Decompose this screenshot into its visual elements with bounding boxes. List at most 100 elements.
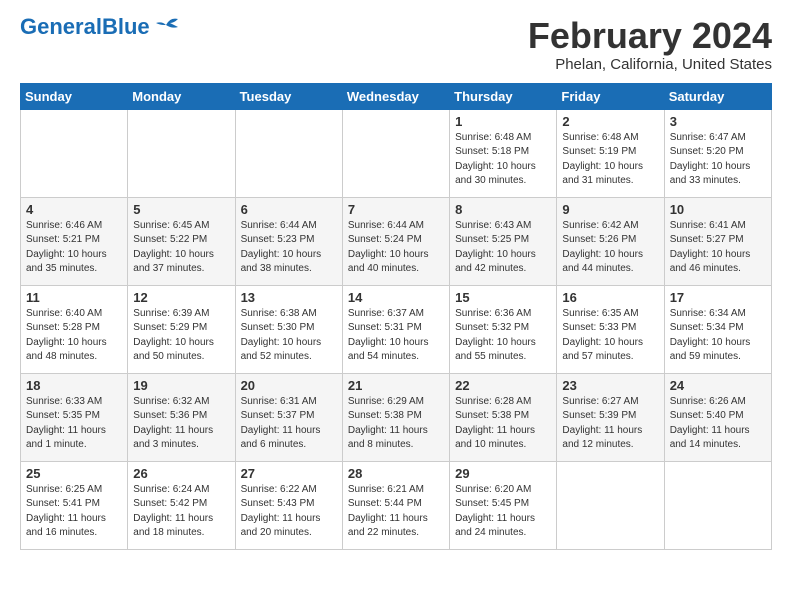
day-info: Sunrise: 6:29 AM Sunset: 5:38 PM Dayligh…: [348, 395, 444, 453]
day-number: 21: [348, 378, 444, 393]
day-info: Sunrise: 6:47 AM Sunset: 5:20 PM Dayligh…: [670, 131, 766, 189]
logo-text: GeneralBlue: [20, 16, 150, 38]
day-number: 18: [26, 378, 122, 393]
calendar-cell: 17 Sunrise: 6:34 AM Sunset: 5:34 PM Dayli…: [664, 285, 771, 373]
calendar-cell: 14 Sunrise: 6:37 AM Sunset: 5:31 PM Dayli…: [342, 285, 449, 373]
day-info: Sunrise: 6:37 AM Sunset: 5:31 PM Dayligh…: [348, 307, 444, 365]
calendar-cell: 19 Sunrise: 6:32 AM Sunset: 5:36 PM Dayli…: [128, 373, 235, 461]
day-number: 16: [562, 290, 658, 305]
calendar-cell: 3 Sunrise: 6:47 AM Sunset: 5:20 PM Daylig…: [664, 109, 771, 197]
day-number: 5: [133, 202, 229, 217]
day-info: Sunrise: 6:44 AM Sunset: 5:23 PM Dayligh…: [241, 219, 337, 277]
day-number: 2: [562, 114, 658, 129]
day-number: 11: [26, 290, 122, 305]
day-number: 17: [670, 290, 766, 305]
day-info: Sunrise: 6:26 AM Sunset: 5:40 PM Dayligh…: [670, 395, 766, 453]
logo-bird-icon: [152, 15, 180, 35]
calendar-cell: 8 Sunrise: 6:43 AM Sunset: 5:25 PM Daylig…: [450, 197, 557, 285]
calendar-cell: 4 Sunrise: 6:46 AM Sunset: 5:21 PM Daylig…: [21, 197, 128, 285]
calendar-cell: 18 Sunrise: 6:33 AM Sunset: 5:35 PM Dayli…: [21, 373, 128, 461]
calendar-cell: [21, 109, 128, 197]
day-number: 14: [348, 290, 444, 305]
day-info: Sunrise: 6:39 AM Sunset: 5:29 PM Dayligh…: [133, 307, 229, 365]
calendar-cell: 15Sunrise: 6:36 AM Sunset: 5:32 PM Dayli…: [450, 285, 557, 373]
calendar-body: 1Sunrise: 6:48 AM Sunset: 5:18 PM Daylig…: [21, 109, 772, 549]
day-number: 23: [562, 378, 658, 393]
day-info: Sunrise: 6:42 AM Sunset: 5:26 PM Dayligh…: [562, 219, 658, 277]
calendar-cell: 13Sunrise: 6:38 AM Sunset: 5:30 PM Dayli…: [235, 285, 342, 373]
day-info: Sunrise: 6:43 AM Sunset: 5:25 PM Dayligh…: [455, 219, 551, 277]
header-cell-wednesday: Wednesday: [342, 83, 449, 109]
day-info: Sunrise: 6:21 AM Sunset: 5:44 PM Dayligh…: [348, 483, 444, 541]
day-info: Sunrise: 6:48 AM Sunset: 5:19 PM Dayligh…: [562, 131, 658, 189]
header-row: SundayMondayTuesdayWednesdayThursdayFrid…: [21, 83, 772, 109]
day-info: Sunrise: 6:28 AM Sunset: 5:38 PM Dayligh…: [455, 395, 551, 453]
day-info: Sunrise: 6:46 AM Sunset: 5:21 PM Dayligh…: [26, 219, 122, 277]
day-info: Sunrise: 6:27 AM Sunset: 5:39 PM Dayligh…: [562, 395, 658, 453]
day-info: Sunrise: 6:45 AM Sunset: 5:22 PM Dayligh…: [133, 219, 229, 277]
calendar-cell: 21 Sunrise: 6:29 AM Sunset: 5:38 PM Dayli…: [342, 373, 449, 461]
calendar-week-5: 25 Sunrise: 6:25 AM Sunset: 5:41 PM Dayli…: [21, 461, 772, 549]
day-info: Sunrise: 6:44 AM Sunset: 5:24 PM Dayligh…: [348, 219, 444, 277]
day-number: 25: [26, 466, 122, 481]
day-number: 10: [670, 202, 766, 217]
calendar-cell: 26Sunrise: 6:24 AM Sunset: 5:42 PM Dayli…: [128, 461, 235, 549]
header-cell-tuesday: Tuesday: [235, 83, 342, 109]
header-cell-monday: Monday: [128, 83, 235, 109]
header-cell-sunday: Sunday: [21, 83, 128, 109]
calendar-cell: 23 Sunrise: 6:27 AM Sunset: 5:39 PM Dayli…: [557, 373, 664, 461]
calendar-table: SundayMondayTuesdayWednesdayThursdayFrid…: [20, 83, 772, 550]
day-info: Sunrise: 6:31 AM Sunset: 5:37 PM Dayligh…: [241, 395, 337, 453]
calendar-cell: [235, 109, 342, 197]
calendar-cell: [342, 109, 449, 197]
calendar-cell: 16 Sunrise: 6:35 AM Sunset: 5:33 PM Dayli…: [557, 285, 664, 373]
calendar-cell: 22 Sunrise: 6:28 AM Sunset: 5:38 PM Dayli…: [450, 373, 557, 461]
logo: GeneralBlue: [20, 16, 180, 38]
day-number: 6: [241, 202, 337, 217]
page-header: GeneralBlue February 2024 Phelan, Califo…: [20, 16, 772, 73]
day-info: Sunrise: 6:33 AM Sunset: 5:35 PM Dayligh…: [26, 395, 122, 453]
day-number: 7: [348, 202, 444, 217]
calendar-cell: 2 Sunrise: 6:48 AM Sunset: 5:19 PM Daylig…: [557, 109, 664, 197]
header-cell-friday: Friday: [557, 83, 664, 109]
day-info: Sunrise: 6:25 AM Sunset: 5:41 PM Dayligh…: [26, 483, 122, 541]
day-info: Sunrise: 6:35 AM Sunset: 5:33 PM Dayligh…: [562, 307, 658, 365]
calendar-cell: 5 Sunrise: 6:45 AM Sunset: 5:22 PM Daylig…: [128, 197, 235, 285]
day-number: 29: [455, 466, 551, 481]
calendar-cell: 6 Sunrise: 6:44 AM Sunset: 5:23 PM Daylig…: [235, 197, 342, 285]
day-number: 3: [670, 114, 766, 129]
day-number: 15: [455, 290, 551, 305]
calendar-cell: 28Sunrise: 6:21 AM Sunset: 5:44 PM Dayli…: [342, 461, 449, 549]
calendar-cell: 7 Sunrise: 6:44 AM Sunset: 5:24 PM Daylig…: [342, 197, 449, 285]
day-number: 12: [133, 290, 229, 305]
day-number: 9: [562, 202, 658, 217]
day-number: 26: [133, 466, 229, 481]
day-number: 8: [455, 202, 551, 217]
calendar-week-1: 1Sunrise: 6:48 AM Sunset: 5:18 PM Daylig…: [21, 109, 772, 197]
calendar-cell: 24 Sunrise: 6:26 AM Sunset: 5:40 PM Dayli…: [664, 373, 771, 461]
calendar-cell: 1Sunrise: 6:48 AM Sunset: 5:18 PM Daylig…: [450, 109, 557, 197]
day-info: Sunrise: 6:34 AM Sunset: 5:34 PM Dayligh…: [670, 307, 766, 365]
header-cell-saturday: Saturday: [664, 83, 771, 109]
calendar-cell: 29 Sunrise: 6:20 AM Sunset: 5:45 PM Dayli…: [450, 461, 557, 549]
day-number: 4: [26, 202, 122, 217]
day-info: Sunrise: 6:22 AM Sunset: 5:43 PM Dayligh…: [241, 483, 337, 541]
title-block: February 2024 Phelan, California, United…: [528, 16, 772, 73]
month-title: February 2024: [528, 16, 772, 56]
day-number: 22: [455, 378, 551, 393]
day-number: 13: [241, 290, 337, 305]
day-number: 20: [241, 378, 337, 393]
day-info: Sunrise: 6:41 AM Sunset: 5:27 PM Dayligh…: [670, 219, 766, 277]
calendar-cell: 20 Sunrise: 6:31 AM Sunset: 5:37 PM Dayli…: [235, 373, 342, 461]
calendar-cell: 27Sunrise: 6:22 AM Sunset: 5:43 PM Dayli…: [235, 461, 342, 549]
day-number: 19: [133, 378, 229, 393]
calendar-week-3: 11Sunrise: 6:40 AM Sunset: 5:28 PM Dayli…: [21, 285, 772, 373]
day-info: Sunrise: 6:48 AM Sunset: 5:18 PM Dayligh…: [455, 131, 551, 189]
calendar-cell: 11Sunrise: 6:40 AM Sunset: 5:28 PM Dayli…: [21, 285, 128, 373]
day-info: Sunrise: 6:32 AM Sunset: 5:36 PM Dayligh…: [133, 395, 229, 453]
day-info: Sunrise: 6:20 AM Sunset: 5:45 PM Dayligh…: [455, 483, 551, 541]
header-cell-thursday: Thursday: [450, 83, 557, 109]
calendar-cell: 9 Sunrise: 6:42 AM Sunset: 5:26 PM Daylig…: [557, 197, 664, 285]
calendar-cell: [128, 109, 235, 197]
day-number: 24: [670, 378, 766, 393]
